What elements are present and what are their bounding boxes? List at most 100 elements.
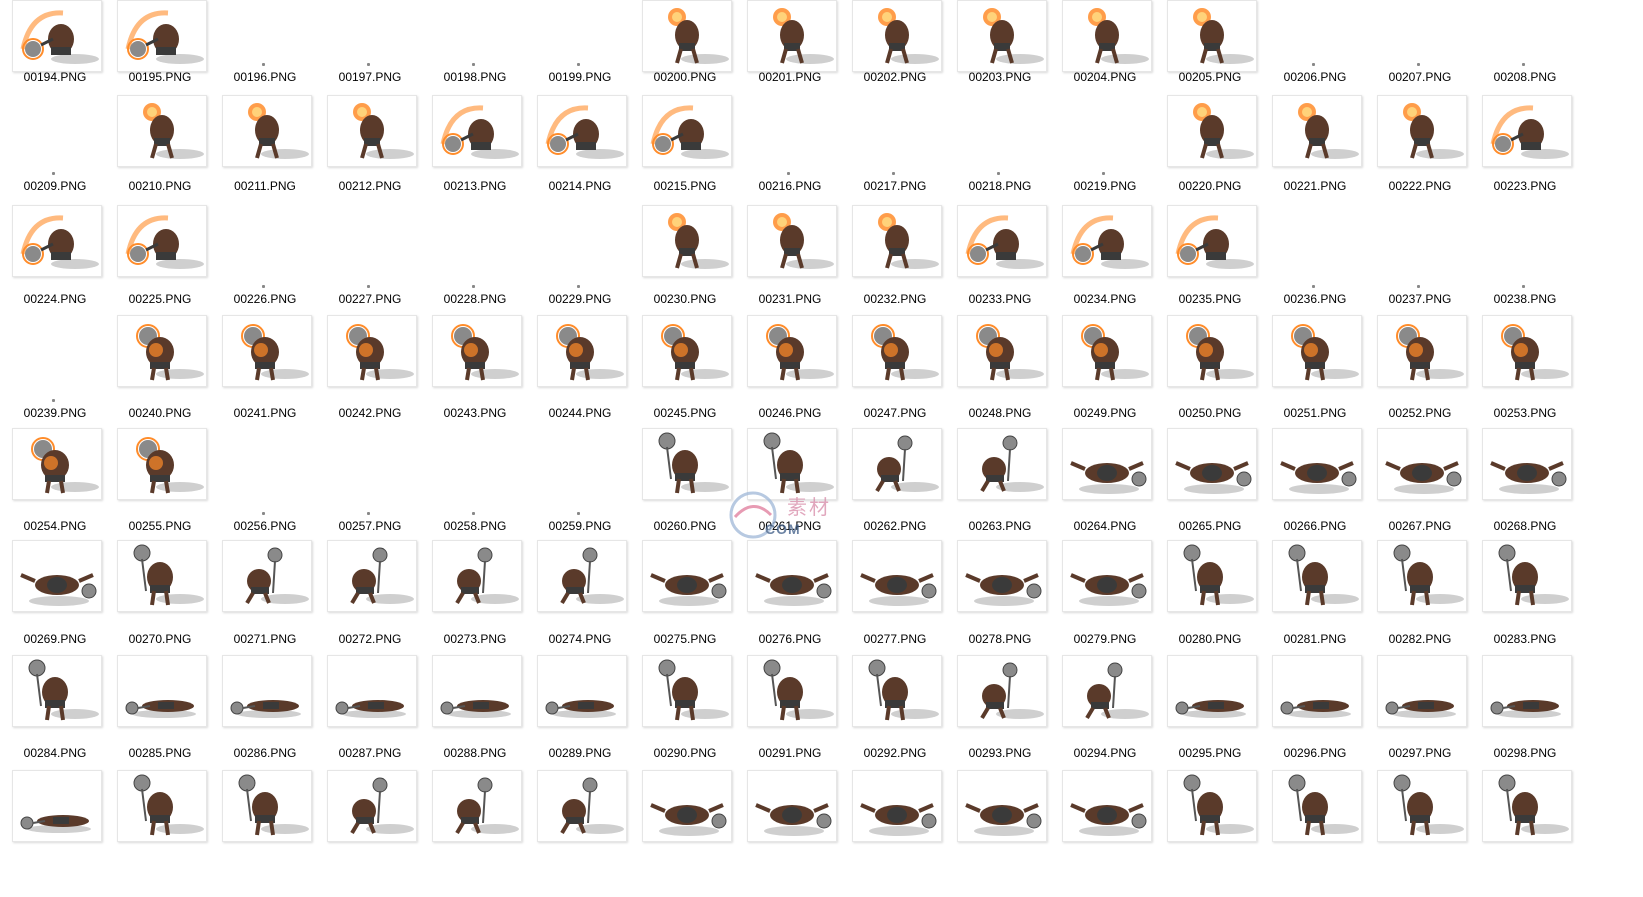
file-thumbnail[interactable] — [537, 540, 627, 612]
file-item[interactable]: 00226.PNG — [210, 205, 320, 317]
file-item[interactable]: 00251.PNG — [1260, 315, 1370, 427]
file-item[interactable]: 00220.PNG — [1155, 95, 1265, 207]
file-thumbnail[interactable] — [117, 540, 207, 612]
file-item[interactable]: 00236.PNG — [1260, 205, 1370, 317]
file-item[interactable]: 00231.PNG — [735, 205, 845, 317]
file-item[interactable]: 00291.PNG — [735, 655, 845, 767]
file-item[interactable]: 00277.PNG — [840, 540, 950, 652]
file-item[interactable]: 00244.PNG — [525, 315, 635, 427]
file-thumbnail[interactable] — [432, 315, 522, 387]
file-item[interactable]: 00242.PNG — [315, 315, 425, 427]
file-item[interactable]: 00298.PNG — [1470, 655, 1580, 767]
file-item[interactable]: 00223.PNG — [1470, 95, 1580, 207]
file-thumbnail[interactable] — [1062, 655, 1152, 727]
file-thumbnail[interactable] — [327, 315, 417, 387]
file-thumbnail[interactable] — [12, 205, 102, 277]
file-thumbnail[interactable] — [747, 315, 837, 387]
file-item[interactable]: 00245.PNG — [630, 315, 740, 427]
file-thumbnail[interactable] — [117, 95, 207, 167]
file-item[interactable]: 00225.PNG — [105, 205, 215, 317]
file-item[interactable]: 00270.PNG — [105, 540, 215, 652]
file-item[interactable]: 00263.PNG — [945, 428, 1055, 540]
file-thumbnail[interactable] — [117, 315, 207, 387]
file-thumbnail[interactable] — [1167, 315, 1257, 387]
file-item[interactable]: 00281.PNG — [1260, 540, 1370, 652]
file-thumbnail[interactable] — [537, 770, 627, 842]
file-item[interactable]: 00259.PNG — [525, 428, 635, 540]
file-thumbnail[interactable] — [1482, 655, 1572, 727]
file-item[interactable]: 00249.PNG — [1050, 315, 1160, 427]
file-thumbnail[interactable] — [1482, 315, 1572, 387]
file-item[interactable]: 00234.PNG — [1050, 205, 1160, 317]
file-item[interactable]: 00267.PNG — [1365, 428, 1475, 540]
file-thumbnail[interactable] — [852, 770, 942, 842]
file-item[interactable] — [1050, 770, 1160, 882]
file-thumbnail[interactable] — [642, 540, 732, 612]
file-item[interactable]: 00229.PNG — [525, 205, 635, 317]
file-thumbnail[interactable] — [1167, 205, 1257, 277]
file-item[interactable]: 00285.PNG — [105, 655, 215, 767]
file-thumbnail[interactable] — [1062, 540, 1152, 612]
file-item[interactable]: 00237.PNG — [1365, 205, 1475, 317]
file-thumbnail[interactable] — [1167, 540, 1257, 612]
file-thumbnail[interactable] — [852, 428, 942, 500]
file-thumbnail[interactable] — [642, 315, 732, 387]
file-item[interactable]: 00240.PNG — [105, 315, 215, 427]
file-thumbnail[interactable] — [1062, 0, 1152, 72]
file-thumbnail[interactable] — [12, 770, 102, 842]
file-thumbnail[interactable] — [852, 0, 942, 72]
file-thumbnail[interactable] — [1062, 315, 1152, 387]
file-thumbnail[interactable] — [1482, 770, 1572, 842]
file-thumbnail[interactable] — [852, 205, 942, 277]
file-item[interactable]: 00266.PNG — [1260, 428, 1370, 540]
file-item[interactable]: 00233.PNG — [945, 205, 1055, 317]
file-item[interactable]: 00275.PNG — [630, 540, 740, 652]
file-thumbnail[interactable] — [327, 540, 417, 612]
file-item[interactable]: 00283.PNG — [1470, 540, 1580, 652]
file-item[interactable]: 00218.PNG — [945, 95, 1055, 207]
file-item[interactable]: 00213.PNG — [420, 95, 530, 207]
file-thumbnail[interactable] — [1272, 95, 1362, 167]
file-thumbnail[interactable] — [1377, 540, 1467, 612]
file-item[interactable]: 00262.PNG — [840, 428, 950, 540]
file-item[interactable] — [525, 770, 635, 882]
file-item[interactable]: 00287.PNG — [315, 655, 425, 767]
file-thumbnail[interactable] — [327, 655, 417, 727]
file-thumbnail[interactable] — [747, 0, 837, 72]
file-thumbnail[interactable] — [12, 655, 102, 727]
file-thumbnail[interactable] — [852, 315, 942, 387]
file-thumbnail[interactable] — [642, 428, 732, 500]
file-item[interactable]: 00221.PNG — [1260, 95, 1370, 207]
file-thumbnail[interactable] — [1167, 428, 1257, 500]
file-thumbnail[interactable] — [1482, 540, 1572, 612]
file-item[interactable] — [315, 770, 425, 882]
file-item[interactable]: 00269.PNG — [0, 540, 110, 652]
file-thumbnail[interactable] — [1167, 655, 1257, 727]
file-item[interactable]: 00230.PNG — [630, 205, 740, 317]
file-item[interactable]: 00211.PNG — [210, 95, 320, 207]
file-item[interactable]: 00279.PNG — [1050, 540, 1160, 652]
file-item[interactable]: 00241.PNG — [210, 315, 320, 427]
file-thumbnail[interactable] — [957, 205, 1047, 277]
file-thumbnail[interactable] — [1272, 655, 1362, 727]
file-thumbnail[interactable] — [642, 655, 732, 727]
file-thumbnail[interactable] — [432, 540, 522, 612]
file-item[interactable]: 00264.PNG — [1050, 428, 1160, 540]
file-thumbnail[interactable] — [747, 655, 837, 727]
file-item[interactable]: 00253.PNG — [1470, 315, 1580, 427]
file-item[interactable] — [1155, 770, 1265, 882]
file-item[interactable]: 00282.PNG — [1365, 540, 1475, 652]
file-item[interactable]: 00260.PNG — [630, 428, 740, 540]
file-thumbnail[interactable] — [222, 770, 312, 842]
file-thumbnail[interactable] — [117, 428, 207, 500]
file-thumbnail[interactable] — [117, 655, 207, 727]
file-thumbnail[interactable] — [12, 428, 102, 500]
file-item[interactable]: 00222.PNG — [1365, 95, 1475, 207]
file-thumbnail[interactable] — [852, 540, 942, 612]
file-item[interactable]: 00224.PNG — [0, 205, 110, 317]
file-item[interactable]: 00215.PNG — [630, 95, 740, 207]
file-thumbnail[interactable] — [117, 770, 207, 842]
file-item[interactable]: 00295.PNG — [1155, 655, 1265, 767]
file-thumbnail[interactable] — [957, 428, 1047, 500]
file-item[interactable]: 00232.PNG — [840, 205, 950, 317]
